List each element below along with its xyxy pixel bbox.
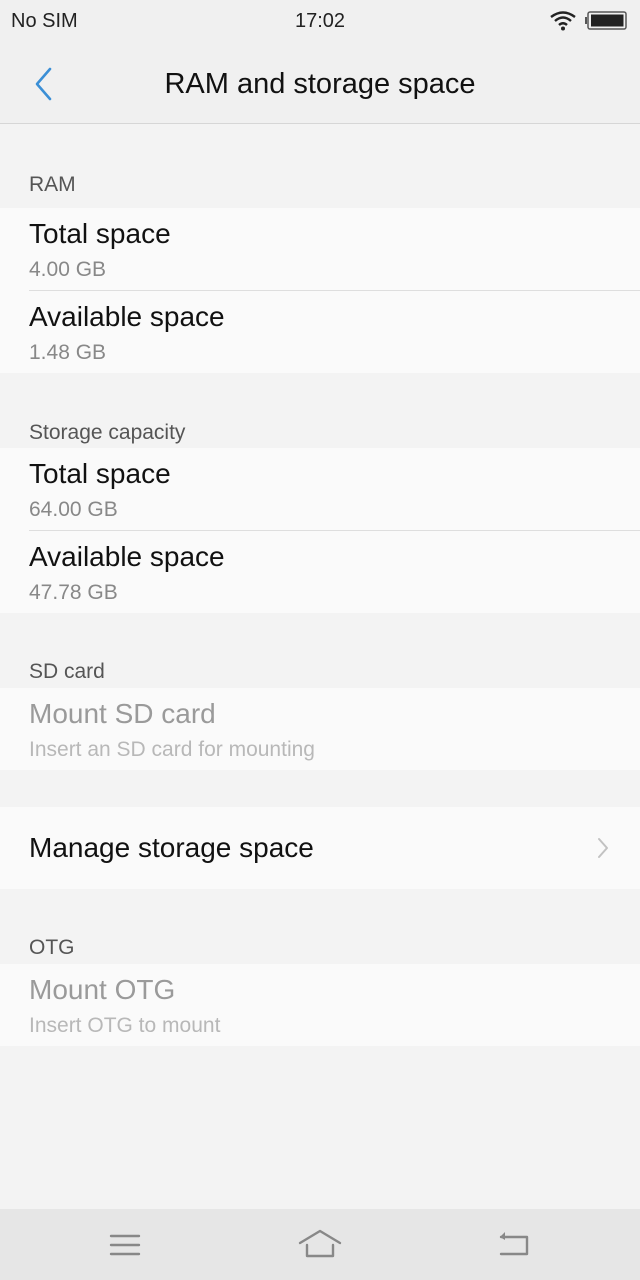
section-label-sd: SD card [29,660,105,683]
manage-storage-item[interactable]: Manage storage space [0,807,640,889]
row-title: Available space [29,541,225,572]
wifi-icon [550,11,576,31]
row-title: Mount SD card [29,698,216,729]
row-value: 4.00 GB [29,258,107,281]
back-icon[interactable] [493,1223,537,1267]
home-icon[interactable] [298,1223,342,1267]
ram-card: Total space 4.00 GB Available space 1.48… [0,208,640,373]
clock: 17:02 [294,10,346,32]
sd-card: Mount SD card Insert an SD card for moun… [0,688,640,770]
row-title: Total space [29,218,171,249]
ram-total-row[interactable]: Total space 4.00 GB [0,208,640,290]
storage-available-row[interactable]: Available space 47.78 GB [0,531,640,613]
row-subtitle: Insert an SD card for mounting [29,738,315,761]
row-title: Mount OTG [29,974,176,1005]
mount-otg-row[interactable]: Mount OTG Insert OTG to mount [0,964,640,1046]
menu-icon[interactable] [103,1223,147,1267]
row-value: 47.78 GB [29,581,118,604]
section-label-storage: Storage capacity [29,421,186,444]
row-value: 1.48 GB [29,341,107,364]
row-subtitle: Insert OTG to mount [29,1014,221,1037]
row-title: Manage storage space [29,832,314,863]
row-title: Available space [29,301,225,332]
ram-available-row[interactable]: Available space 1.48 GB [0,291,640,373]
manage-storage-row[interactable]: Manage storage space [0,807,640,889]
otg-card: Mount OTG Insert OTG to mount [0,964,640,1046]
storage-card: Total space 64.00 GB Available space 47.… [0,448,640,613]
app-header: RAM and storage space [0,44,640,124]
battery-icon [585,11,627,30]
row-title: Total space [29,458,171,489]
chevron-right-icon [598,838,608,858]
section-label-otg: OTG [29,936,75,959]
navigation-bar [0,1209,640,1280]
status-bar: No SIM 17:02 [0,0,640,44]
storage-total-row[interactable]: Total space 64.00 GB [0,448,640,530]
mount-sd-row[interactable]: Mount SD card Insert an SD card for moun… [0,688,640,770]
section-label-ram: RAM [29,173,76,196]
row-value: 64.00 GB [29,498,118,521]
page-title: RAM and storage space [164,68,476,100]
